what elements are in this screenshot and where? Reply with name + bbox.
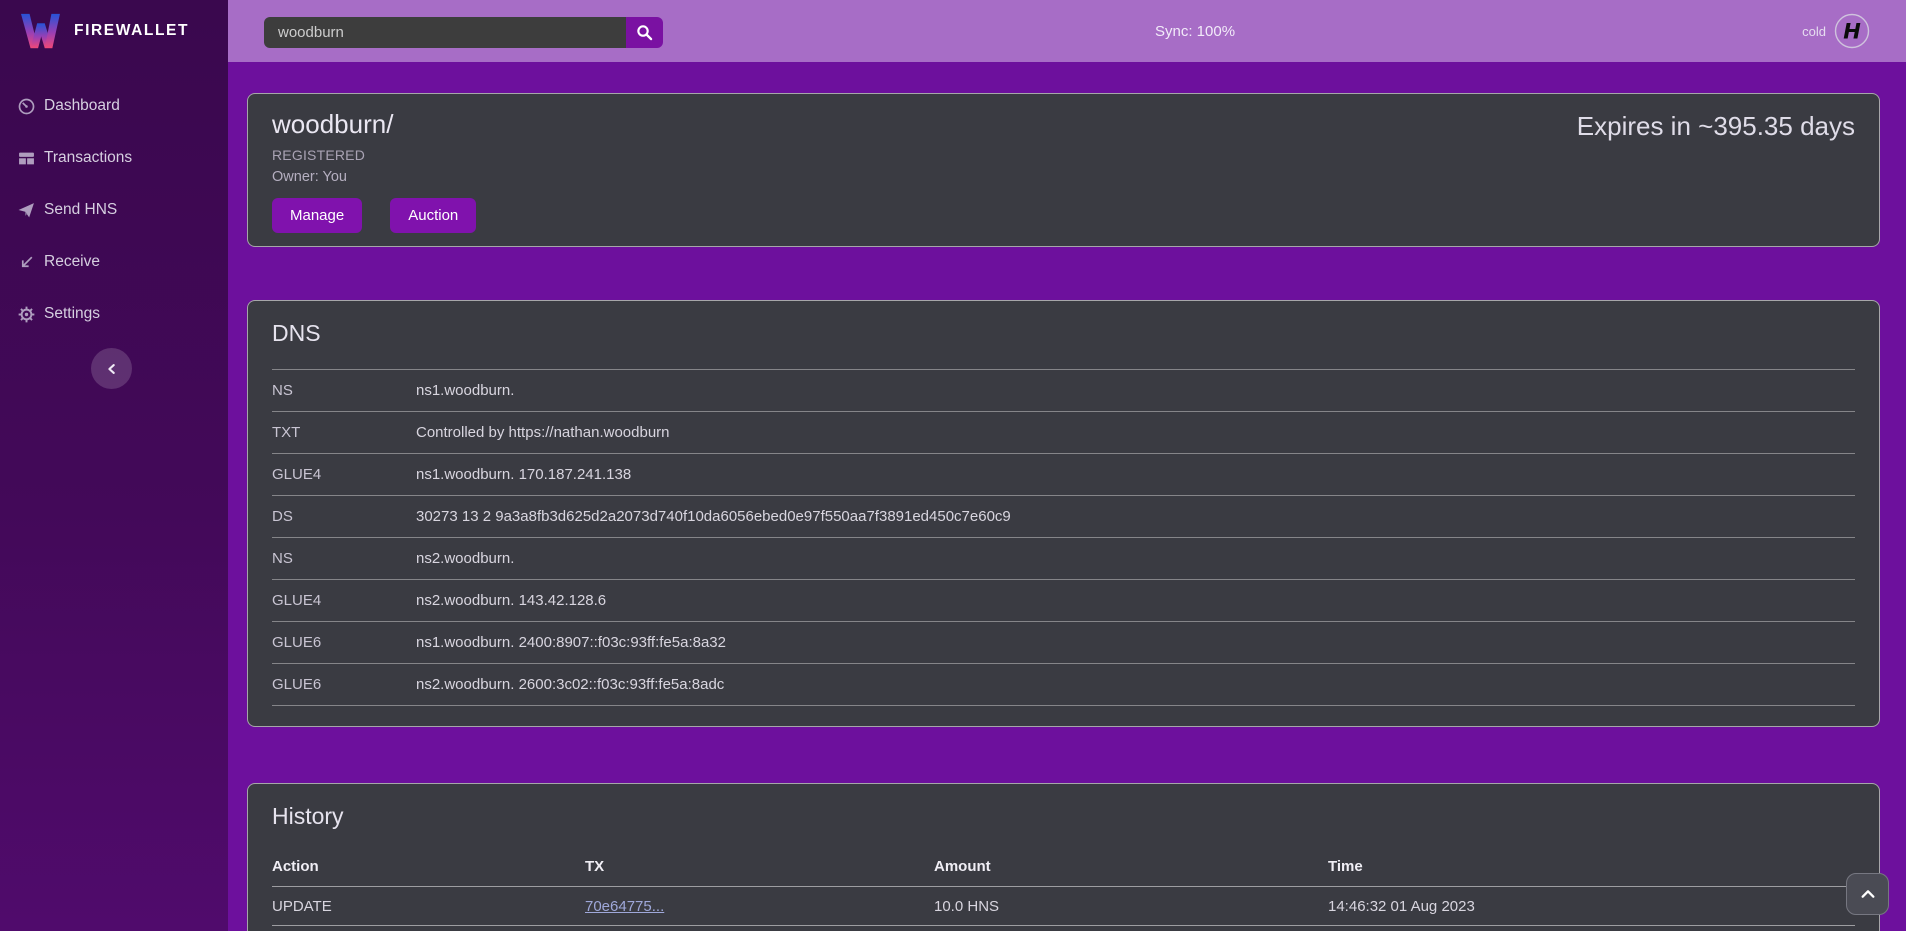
dns-record-value: ns2.woodburn. 2600:3c02::f03c:93ff:fe5a:… (416, 676, 1855, 693)
dns-record-row: GLUE4 ns2.woodburn. 143.42.128.6 (272, 579, 1855, 621)
manage-button[interactable]: Manage (272, 198, 362, 233)
dns-record-row: NS ns2.woodburn. (272, 537, 1855, 579)
main-content: woodburn/ REGISTERED Owner: You Manage A… (228, 62, 1906, 931)
topbar: Sync: 100% cold H (228, 0, 1906, 62)
dns-card: DNS NS ns1.woodburn. TXT Controlled by h… (247, 300, 1880, 727)
sidebar-item-send-hns[interactable]: Send HNS (0, 184, 228, 236)
history-col-time: Time (1328, 858, 1855, 875)
history-row: RENEW d7b64f... 10.0 HNS 15:47:36 07 Jul… (272, 926, 1855, 931)
sidebar-item-label: Transactions (44, 149, 132, 167)
history-header-row: Action TX Amount Time (272, 846, 1855, 887)
history-col-tx: TX (585, 858, 934, 875)
history-time: 14:46:32 01 Aug 2023 (1328, 898, 1855, 915)
dns-record-value: 30273 13 2 9a3a8fb3d625d2a2073d740f10da6… (416, 508, 1855, 525)
history-col-action: Action (272, 858, 585, 875)
dns-record-row: TXT Controlled by https://nathan.woodbur… (272, 411, 1855, 453)
sidebar-collapse-button[interactable] (91, 348, 132, 389)
dns-record-type: NS (272, 550, 416, 567)
domain-card-left: woodburn/ REGISTERED Owner: You Manage A… (272, 109, 476, 231)
sidebar-item-transactions[interactable]: Transactions (0, 132, 228, 184)
firewallet-w-logo (18, 12, 62, 50)
dns-record-type: NS (272, 382, 416, 399)
sidebar: FIREWALLET Dashboard Transactions Send H… (0, 0, 228, 931)
dns-record-row: DS 30273 13 2 9a3a8fb3d625d2a2073d740f10… (272, 495, 1855, 537)
chevron-up-icon (1860, 888, 1876, 900)
dns-record-row: GLUE4 ns1.woodburn. 170.187.241.138 (272, 453, 1855, 495)
search-icon (636, 24, 653, 41)
dns-record-value: ns2.woodburn. (416, 550, 1855, 567)
wallet-name-label: cold (1802, 24, 1826, 39)
dns-record-type: GLUE6 (272, 676, 416, 693)
wallet-area[interactable]: cold H (1802, 0, 1870, 62)
dns-record-value: ns2.woodburn. 143.42.128.6 (416, 592, 1855, 609)
history-card: History Action TX Amount Time UPDATE 70e… (247, 783, 1880, 931)
history-col-amount: Amount (934, 858, 1328, 875)
dns-table: NS ns1.woodburn. TXT Controlled by https… (272, 369, 1855, 706)
dns-record-row: NS ns1.woodburn. (272, 369, 1855, 411)
search-button[interactable] (626, 17, 663, 48)
dns-record-type: GLUE6 (272, 634, 416, 651)
brand: FIREWALLET (0, 0, 228, 62)
domain-name: woodburn/ (272, 109, 476, 140)
sidebar-nav: Dashboard Transactions Send HNS Receive (0, 80, 228, 340)
dns-record-value: Controlled by https://nathan.woodburn (416, 424, 1855, 441)
auction-button[interactable]: Auction (390, 198, 476, 233)
history-section-title: History (272, 798, 1855, 830)
sidebar-item-label: Dashboard (44, 97, 120, 115)
dns-record-row: GLUE6 ns1.woodburn. 2400:8907::f03c:93ff… (272, 621, 1855, 663)
dns-record-type: DS (272, 508, 416, 525)
domain-status-badge: REGISTERED (272, 147, 476, 163)
domain-card: woodburn/ REGISTERED Owner: You Manage A… (247, 93, 1880, 247)
search-input[interactable] (264, 17, 626, 48)
dns-record-value: ns1.woodburn. (416, 382, 1855, 399)
sidebar-item-receive[interactable]: Receive (0, 236, 228, 288)
dns-record-type: TXT (272, 424, 416, 441)
sync-status: Sync: 100% (1155, 0, 1235, 62)
sidebar-item-label: Settings (44, 305, 100, 323)
sidebar-item-label: Send HNS (44, 201, 117, 219)
chevron-left-icon (105, 362, 119, 376)
transactions-table-icon (18, 150, 35, 167)
tx-link[interactable]: 70e64775... (585, 898, 664, 915)
brand-name: FIREWALLET (74, 22, 189, 40)
dashboard-gauge-icon (18, 98, 35, 115)
dns-record-type: GLUE4 (272, 466, 416, 483)
search-group (264, 17, 663, 48)
history-table: Action TX Amount Time UPDATE 70e64775...… (272, 846, 1855, 931)
dns-record-row: GLUE6 ns2.woodburn. 2600:3c02::f03c:93ff… (272, 663, 1855, 705)
dns-record-value: ns1.woodburn. 2400:8907::f03c:93ff:fe5a:… (416, 634, 1855, 651)
history-action: UPDATE (272, 898, 585, 915)
receive-arrow-icon (18, 254, 35, 271)
send-plane-icon (18, 202, 35, 219)
sidebar-item-label: Receive (44, 253, 100, 271)
dns-section-title: DNS (272, 315, 1855, 347)
dns-record-type: GLUE4 (272, 592, 416, 609)
domain-owner: Owner: You (272, 169, 476, 185)
svg-text:H: H (1843, 20, 1861, 44)
history-row: UPDATE 70e64775... 10.0 HNS 14:46:32 01 … (272, 887, 1855, 926)
sidebar-item-dashboard[interactable]: Dashboard (0, 80, 228, 132)
scroll-to-top-button[interactable] (1846, 873, 1889, 915)
settings-gear-icon (18, 306, 35, 323)
dns-record-value: ns1.woodburn. 170.187.241.138 (416, 466, 1855, 483)
handshake-logo-icon: H (1834, 13, 1870, 49)
domain-expiry: Expires in ~395.35 days (1577, 111, 1855, 231)
history-amount: 10.0 HNS (934, 898, 1328, 915)
sidebar-item-settings[interactable]: Settings (0, 288, 228, 340)
